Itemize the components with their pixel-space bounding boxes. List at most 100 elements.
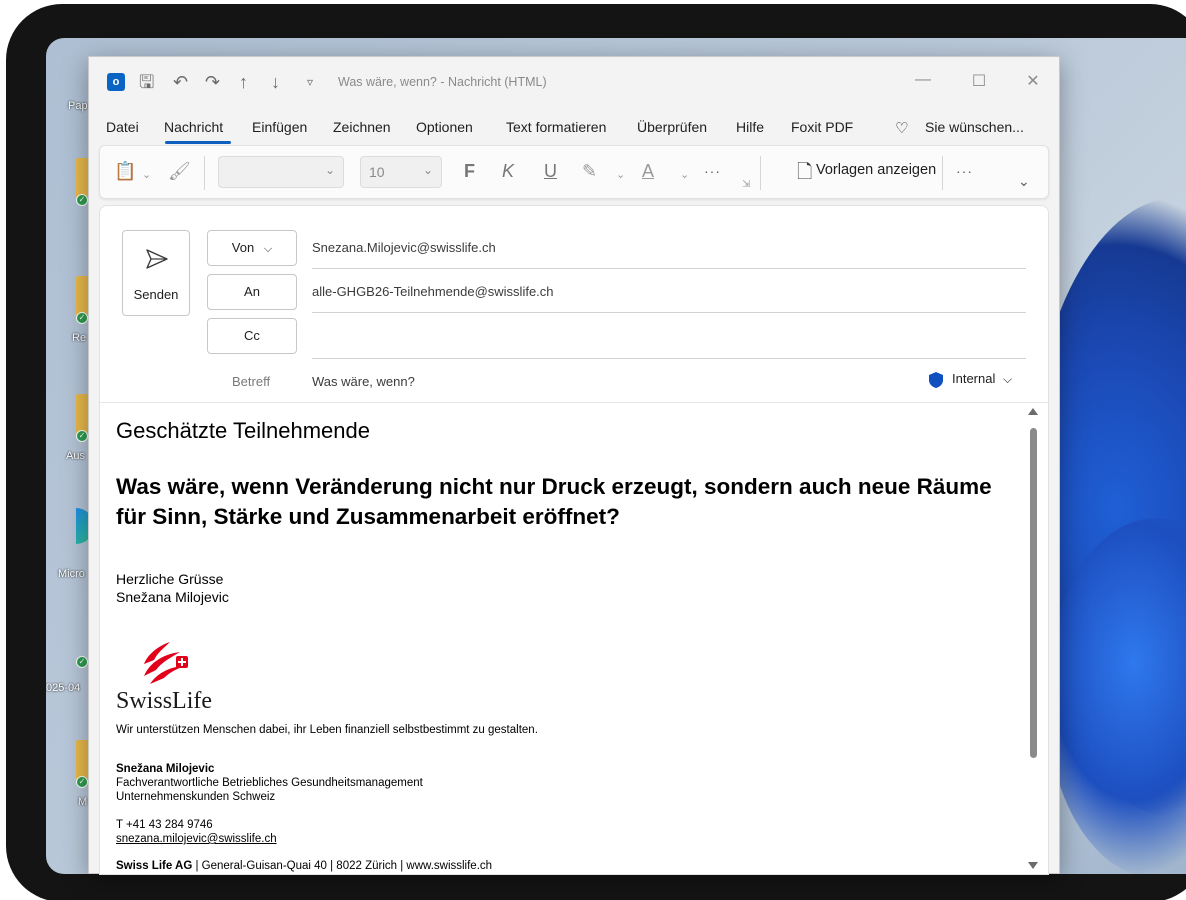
ribbon-separator: [760, 156, 761, 190]
headline-text: Was wäre, wenn Veränderung nicht nur Dru…: [116, 474, 992, 529]
sensitivity-label-button[interactable]: Internal ⌵: [952, 371, 1012, 387]
undo-icon[interactable]: ↶: [173, 71, 188, 93]
font-name-dropdown[interactable]: ⌄: [218, 156, 344, 188]
field-divider: [312, 358, 1026, 359]
send-icon: [146, 249, 168, 269]
from-button[interactable]: Von ⌵: [207, 230, 297, 266]
previous-item-icon[interactable]: ↑: [239, 71, 248, 93]
desktop-icon-label: Re: [72, 332, 87, 344]
scrollbar-thumb[interactable]: [1030, 428, 1037, 758]
save-icon[interactable]: 🖫: [139, 71, 154, 93]
sensitivity-label: Internal: [952, 371, 996, 386]
closing-block: Herzliche Grüsse Snežana Milojevic: [116, 570, 1016, 606]
swisslife-emblem-icon: [144, 642, 188, 684]
desktop-icon-label: M: [78, 796, 88, 808]
font-size-dropdown[interactable]: 10 ⌄: [360, 156, 442, 188]
cc-button[interactable]: Cc: [207, 318, 297, 354]
subject-field[interactable]: Was wäre, wenn?: [312, 374, 415, 389]
tagline-text: Wir unterstützen Menschen dabei, ihr Leb…: [116, 724, 538, 736]
header-body-divider: [100, 402, 1048, 403]
dialog-launcher-icon[interactable]: ⇲: [742, 174, 750, 196]
tab-nachricht[interactable]: Nachricht: [164, 119, 223, 135]
swisslife-logo: SwissLife: [116, 640, 1016, 714]
subject-label: Betreff: [232, 374, 271, 389]
sync-check-icon: ✓: [76, 656, 88, 668]
tab-ueberpruefen[interactable]: Überprüfen: [637, 119, 707, 135]
highlight-icon[interactable]: ✎: [582, 160, 597, 182]
active-tab-indicator: [165, 141, 231, 144]
next-item-icon[interactable]: ↓: [271, 71, 280, 93]
ribbon-overflow-button[interactable]: ···: [956, 160, 973, 182]
underline-button[interactable]: U: [544, 160, 557, 182]
templates-icon: 🗋: [797, 162, 813, 183]
maximize-button[interactable]: ☐: [969, 71, 989, 91]
scroll-down-arrow[interactable]: [1028, 862, 1038, 869]
chevron-down-icon: ⌵: [1003, 372, 1013, 386]
customize-toolbar-icon[interactable]: ▿: [307, 71, 313, 93]
signature-block: Snežana Milojevic Fachverantwortliche Be…: [116, 762, 1016, 804]
sync-check-icon: ✓: [76, 776, 88, 788]
ribbon-toolbar: 📋 ⌄ 🖌 ⌄ 10 ⌄ F K U ✎ ⌄ A ⌄ ··· ⇲ 🗋 Vorla…: [99, 145, 1049, 199]
tab-text-formatieren[interactable]: Text formatieren: [506, 119, 606, 135]
format-painter-icon[interactable]: 🖌: [168, 160, 191, 182]
chevron-down-icon[interactable]: ⌄: [616, 164, 625, 186]
signature-phone: T +41 43 284 9746: [116, 819, 213, 831]
redo-icon[interactable]: ↷: [205, 71, 220, 93]
from-field[interactable]: Snezana.Milojevic@swisslife.ch: [312, 240, 496, 255]
to-field[interactable]: alle-GHGB26-Teilnehmende@swisslife.ch: [312, 284, 554, 299]
scroll-up-arrow[interactable]: [1028, 408, 1038, 415]
sync-check-icon: ✓: [76, 194, 88, 206]
window-title: Was wäre, wenn? - Nachricht (HTML): [338, 75, 547, 89]
bold-button[interactable]: F: [464, 160, 475, 182]
tab-optionen[interactable]: Optionen: [416, 119, 473, 135]
chevron-down-icon: ⌄: [422, 163, 433, 177]
close-button[interactable]: ✕: [1023, 71, 1043, 91]
send-label: Senden: [133, 287, 179, 302]
tab-zeichnen[interactable]: Zeichnen: [333, 119, 391, 135]
send-button[interactable]: Senden: [122, 230, 190, 316]
from-label: Von: [231, 240, 255, 255]
chevron-down-icon: ⌵: [263, 243, 273, 255]
tab-foxit-pdf[interactable]: Foxit PDF: [791, 119, 853, 135]
closing-line: Herzliche Grüsse: [116, 571, 224, 587]
closing-name: Snežana Milojevic: [116, 589, 229, 605]
outlook-app-icon: o: [107, 73, 125, 91]
signature-title: Fachverantwortliche Betriebliches Gesund…: [116, 777, 423, 789]
message-body[interactable]: Geschätzte Teilnehmende Was wäre, wenn V…: [116, 418, 1016, 872]
greeting-text: Geschätzte Teilnehmende: [116, 418, 370, 443]
view-templates-button[interactable]: Vorlagen anzeigen: [816, 162, 936, 178]
font-color-icon[interactable]: A: [642, 160, 654, 182]
chevron-down-icon[interactable]: ⌄: [142, 164, 151, 186]
field-divider: [312, 268, 1026, 269]
sync-check-icon: ✓: [76, 312, 88, 324]
compose-pane: Senden Von ⌵ Snezana.Milojevic@swisslife…: [99, 205, 1049, 875]
company-line: Swiss Life AG | General-Guisan-Quai 40 |…: [116, 860, 1016, 872]
italic-button[interactable]: K: [502, 160, 514, 182]
desktop-icon-label: Aus: [66, 450, 85, 462]
tab-einfuegen[interactable]: Einfügen: [252, 119, 307, 135]
signature-name: Snežana Milojevic: [116, 763, 215, 775]
desktop-icon-label: 025-04: [46, 682, 81, 694]
chevron-down-icon: ⌄: [324, 163, 335, 177]
signature-email-link[interactable]: snezana.milojevic@swisslife.ch: [116, 832, 1016, 846]
tab-datei[interactable]: Datei: [106, 119, 139, 135]
shield-icon: [929, 372, 943, 388]
to-button[interactable]: An: [207, 274, 297, 310]
ribbon-separator: [204, 156, 205, 190]
company-address: | General-Guisan-Quai 40 | 8022 Zürich |…: [192, 860, 493, 872]
field-divider: [312, 312, 1026, 313]
font-size-value: 10: [369, 164, 385, 180]
title-bar: o 🖫 ↶ ↷ ↑ ↓ ▿ Was wäre, wenn? - Nachrich…: [89, 57, 1059, 109]
desktop-icon-label: Pap: [68, 100, 88, 112]
expand-ribbon-icon[interactable]: ⌄: [1018, 170, 1030, 192]
minimize-button[interactable]: —: [913, 71, 933, 89]
tab-hilfe[interactable]: Hilfe: [736, 119, 764, 135]
chevron-down-icon[interactable]: ⌄: [680, 164, 689, 186]
lightbulb-icon: ♡: [895, 120, 909, 137]
ribbon-separator: [942, 156, 943, 190]
desktop-icon-label: Micro: [58, 568, 85, 580]
logo-wordmark: SwissLife: [116, 688, 212, 714]
tell-me-search[interactable]: Sie wünschen...: [925, 119, 1024, 135]
more-formatting-button[interactable]: ···: [704, 160, 721, 182]
paste-icon[interactable]: 📋: [114, 160, 136, 182]
